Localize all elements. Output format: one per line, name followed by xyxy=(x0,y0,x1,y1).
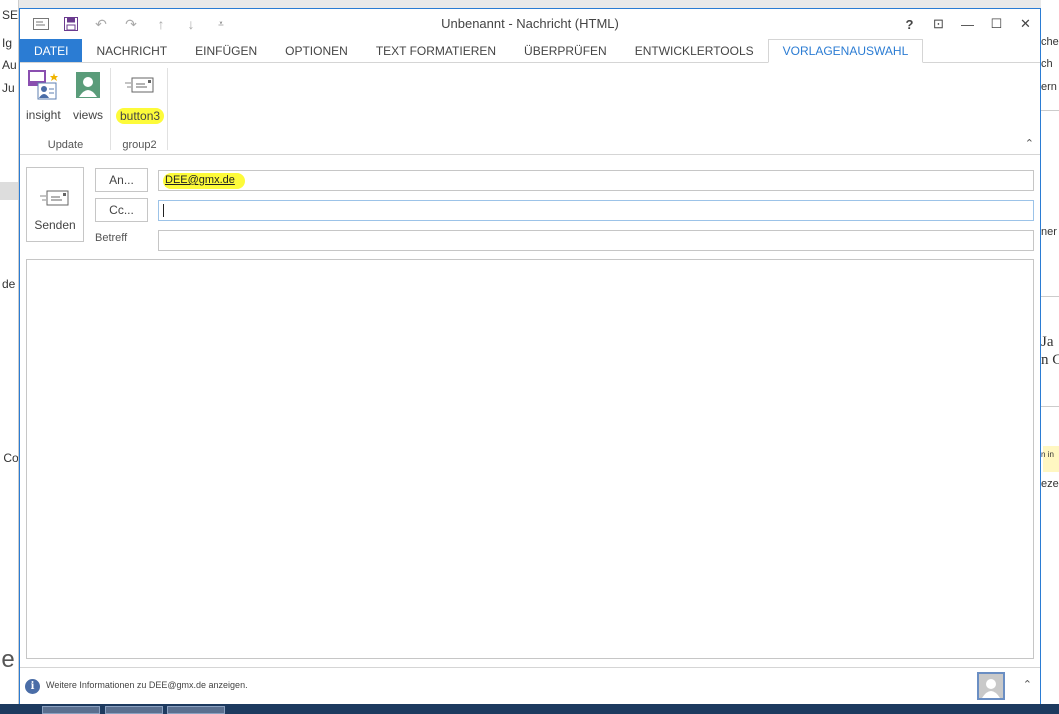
arrow-up-icon[interactable]: ↑ xyxy=(148,15,174,33)
group-separator xyxy=(167,68,168,150)
bg-text: ezei xyxy=(1041,478,1059,490)
title-bar: ↶ ↷ ↑ ↓ ⩡ Unbenannt - Nachricht (HTML) ?… xyxy=(20,9,1040,39)
taskbar-button[interactable] xyxy=(167,706,225,714)
compose-window: ↶ ↷ ↑ ↓ ⩡ Unbenannt - Nachricht (HTML) ?… xyxy=(19,8,1041,704)
bg-text: n in xyxy=(1041,450,1054,459)
send-label: Senden xyxy=(34,218,76,232)
views-label: views xyxy=(72,108,103,122)
bg-text-large: le xyxy=(0,646,15,673)
ribbon-display-options-button[interactable]: ⊡ xyxy=(924,13,953,35)
save-icon[interactable] xyxy=(58,15,84,33)
bg-text: n C xyxy=(1041,352,1059,368)
collapse-ribbon-icon[interactable]: ⌃ xyxy=(1025,137,1034,150)
maximize-button[interactable]: ☐ xyxy=(982,13,1011,35)
send-button[interactable]: Senden xyxy=(26,167,84,242)
to-recipient[interactable]: DEE@gmx.de xyxy=(163,173,245,189)
to-button[interactable]: An... xyxy=(95,168,148,192)
ribbon-tabs: DATEI NACHRICHT EINFÜGEN OPTIONEN TEXT F… xyxy=(20,39,1040,63)
quick-access-toolbar: ↶ ↷ ↑ ↓ ⩡ xyxy=(28,15,234,33)
expand-people-pane-icon[interactable]: ⌃ xyxy=(1023,678,1032,691)
cc-field[interactable] xyxy=(158,200,1034,221)
bg-text: Ja xyxy=(1041,334,1054,350)
tab-optionen[interactable]: OPTIONEN xyxy=(271,39,362,62)
avatar[interactable] xyxy=(977,672,1005,700)
close-button[interactable]: ✕ xyxy=(1011,13,1040,35)
bg-text: Au xyxy=(2,58,17,72)
bg-divider xyxy=(1041,406,1059,407)
subject-field[interactable] xyxy=(158,230,1034,251)
group-label-group2: group2 xyxy=(122,139,157,151)
bg-selection xyxy=(0,182,18,200)
people-pane-bar: i Weitere Informationen zu DEE@gmx.de an… xyxy=(20,667,1040,704)
button3-button[interactable]: button3 xyxy=(116,68,165,124)
contact-card-icon xyxy=(71,68,105,102)
taskbar-button[interactable] xyxy=(42,706,100,714)
taskbar xyxy=(0,704,1059,714)
tab-ueberpruefen[interactable]: ÜBERPRÜFEN xyxy=(510,39,621,62)
status-message[interactable]: Weitere Informationen zu DEE@gmx.de anze… xyxy=(46,680,248,690)
undo-icon[interactable]: ↶ xyxy=(88,15,114,33)
bg-text: Ig xyxy=(2,36,13,50)
bg-text: SE xyxy=(2,8,19,22)
bg-text: de xyxy=(2,277,16,291)
tab-text-formatieren[interactable]: TEXT FORMATIEREN xyxy=(362,39,510,62)
bg-text: ner xyxy=(1041,226,1057,238)
views-button[interactable]: views xyxy=(71,68,105,122)
minimize-button[interactable]: — xyxy=(953,13,982,35)
app-menu-icon[interactable] xyxy=(28,15,54,33)
message-body-editor[interactable] xyxy=(26,259,1034,659)
arrow-down-icon[interactable]: ↓ xyxy=(178,15,204,33)
ribbon-group-update: insight views Update xyxy=(20,64,111,155)
to-field[interactable]: DEE@gmx.de xyxy=(158,170,1034,191)
bg-text: ern xyxy=(1041,81,1057,93)
subject-label: Betreff xyxy=(95,232,128,244)
tab-datei[interactable]: DATEI xyxy=(20,39,83,62)
background-window-right: cher ch ern ner Ja n C n in ezei xyxy=(1041,0,1059,714)
customize-qat-icon[interactable]: ⩡ xyxy=(208,15,234,33)
cc-button[interactable]: Cc... xyxy=(95,198,148,222)
info-icon: i xyxy=(25,679,40,694)
send-envelope-icon xyxy=(40,188,70,211)
taskbar-button[interactable] xyxy=(105,706,163,714)
redo-icon[interactable]: ↷ xyxy=(118,15,144,33)
tab-nachricht[interactable]: NACHRICHT xyxy=(82,39,181,62)
tab-vorlagenauswahl[interactable]: VORLAGENAUSWAHL xyxy=(767,39,924,63)
insight-label: insight xyxy=(26,108,61,122)
bg-divider xyxy=(1041,296,1059,297)
tab-entwicklertools[interactable]: ENTWICKLERTOOLS xyxy=(621,39,768,62)
ribbon-group-group2: button3 group2 xyxy=(111,64,168,155)
insight-button[interactable]: insight xyxy=(26,68,61,122)
bg-divider xyxy=(1041,110,1059,111)
insight-icon xyxy=(26,68,60,102)
background-window-left: SE Ig Au Ju de r Co le xyxy=(0,0,19,714)
help-button[interactable]: ? xyxy=(895,13,924,35)
bg-text: cher xyxy=(1041,36,1059,48)
tab-einfuegen[interactable]: EINFÜGEN xyxy=(181,39,271,62)
text-cursor xyxy=(163,204,164,217)
ribbon: insight views Update button3 group2 ⌃ xyxy=(20,64,1040,155)
group-label-update: Update xyxy=(47,139,84,151)
button3-label: button3 xyxy=(116,108,165,124)
bg-text: Ju xyxy=(2,81,15,95)
envelope-icon xyxy=(123,68,157,102)
bg-text: ch xyxy=(1041,58,1053,70)
window-controls: ? ⊡ — ☐ ✕ xyxy=(895,13,1040,35)
bg-text: r Co xyxy=(0,451,19,465)
